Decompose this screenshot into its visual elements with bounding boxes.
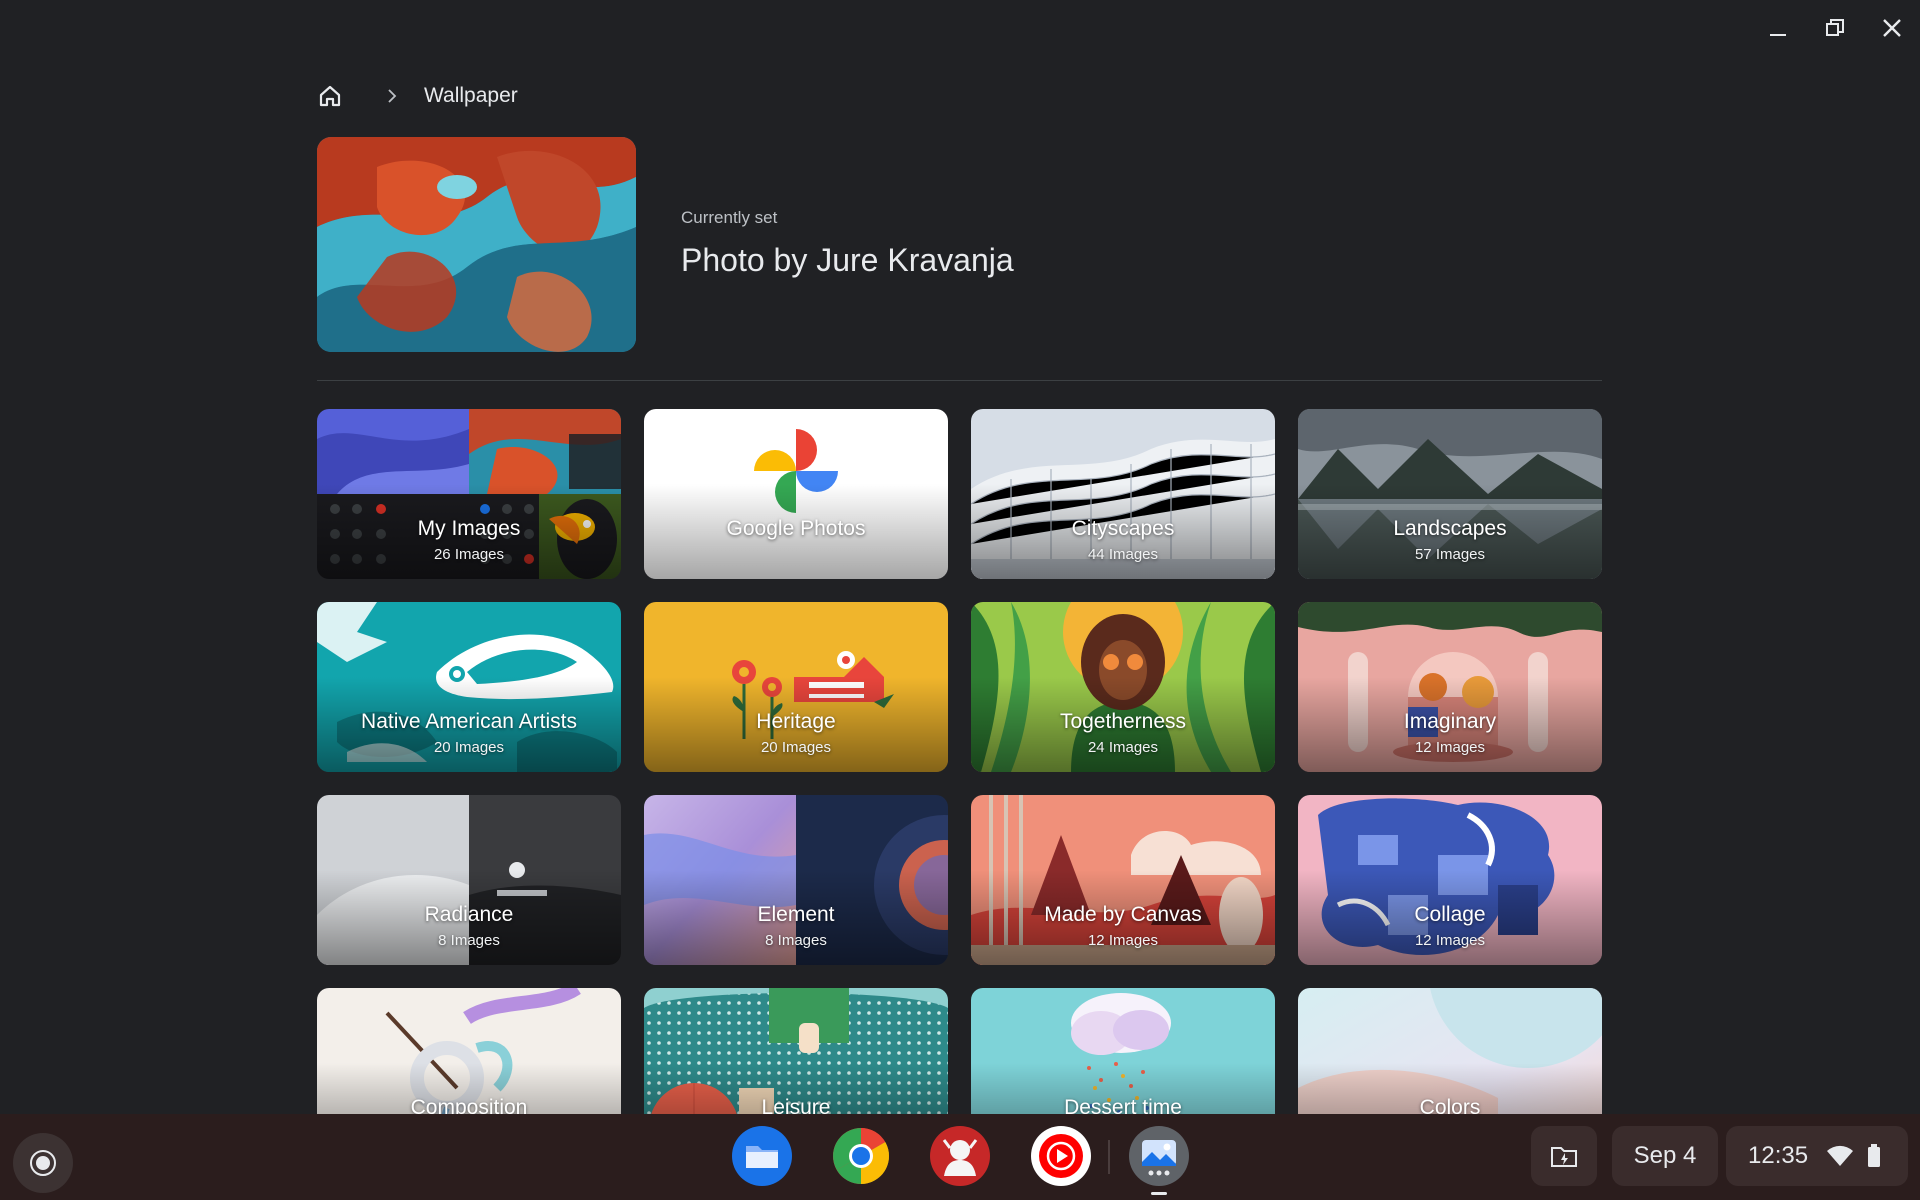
current-wallpaper-title: Photo by Jure Kravanja: [681, 242, 1014, 278]
collection-count: 57 Images: [1414, 546, 1486, 563]
collection-name: Cityscapes: [1071, 517, 1175, 540]
collection-count: 8 Images: [438, 932, 500, 949]
collection-count: 26 Images: [433, 546, 505, 563]
collection-count: 20 Images: [760, 739, 832, 756]
collection-collage[interactable]: Collage 12 Images: [1298, 795, 1602, 965]
collection-count: 20 Images: [433, 739, 505, 756]
collection-name: Made by Canvas: [1044, 903, 1202, 926]
wifi-icon: [1827, 1145, 1854, 1166]
launcher-icon: [30, 1150, 56, 1176]
game-app[interactable]: [930, 1126, 990, 1186]
collection-name: My Images: [417, 517, 521, 540]
collection-togetherness[interactable]: Togetherness 24 Images: [971, 602, 1275, 772]
collection-count: 24 Images: [1087, 739, 1159, 756]
collection-made-by-canvas[interactable]: Made by Canvas 12 Images: [971, 795, 1275, 965]
collection-colors[interactable]: Colors: [1298, 988, 1602, 1114]
close-icon: [1883, 19, 1901, 37]
collection-name: Imaginary: [1403, 710, 1497, 733]
minimize-button[interactable]: [1758, 14, 1798, 42]
restore-button[interactable]: [1815, 14, 1855, 42]
collection-name: Togetherness: [1059, 710, 1187, 733]
battery-icon: [1868, 1144, 1881, 1167]
chrome-icon: [833, 1128, 889, 1184]
launcher-button[interactable]: [13, 1133, 73, 1193]
active-app-indicator: [1151, 1192, 1167, 1195]
collection-leisure[interactable]: Leisure: [644, 988, 948, 1114]
date-text: Sep 4: [1633, 1142, 1697, 1169]
collection-landscapes[interactable]: Landscapes 57 Images: [1298, 409, 1602, 579]
current-wallpaper-thumbnail[interactable]: [317, 137, 636, 352]
collection-count: 8 Images: [765, 932, 827, 949]
collection-name: Native American Artists: [361, 710, 577, 733]
collection-name: Radiance: [424, 903, 514, 926]
collection-google-photos[interactable]: Google Photos: [644, 409, 948, 579]
shelf-separator: [1108, 1140, 1110, 1174]
youtube-music-icon: [1031, 1126, 1091, 1186]
breadcrumb-current: Wallpaper: [424, 84, 518, 107]
collection-name: Composition: [410, 1096, 528, 1114]
collection-name: Leisure: [761, 1096, 831, 1114]
collection-cityscapes[interactable]: Cityscapes 44 Images: [971, 409, 1275, 579]
collection-name: Element: [757, 903, 835, 926]
collection-heritage[interactable]: Heritage 20 Images: [644, 602, 948, 772]
collection-my-images[interactable]: My Images 26 Images: [317, 409, 621, 579]
chrome-app[interactable]: [831, 1126, 891, 1186]
game-icon: [930, 1126, 990, 1186]
breadcrumb: Wallpaper: [316, 80, 518, 112]
restore-icon: [1826, 19, 1844, 36]
collection-name: Google Photos: [726, 517, 866, 540]
collection-name: Landscapes: [1393, 517, 1507, 540]
home-button[interactable]: [316, 82, 344, 110]
date-tray-button[interactable]: Sep 4: [1612, 1126, 1718, 1186]
collection-dessert-time[interactable]: Dessert time: [971, 988, 1275, 1114]
collection-count: 44 Images: [1087, 546, 1159, 563]
collection-native-american-artists[interactable]: Native American Artists 20 Images: [317, 602, 621, 772]
collection-count: 12 Images: [1414, 932, 1486, 949]
collection-element[interactable]: Element 8 Images: [644, 795, 948, 965]
collection-name: Heritage: [756, 710, 836, 733]
youtube-music-app[interactable]: [1031, 1126, 1091, 1186]
files-app[interactable]: [732, 1126, 792, 1186]
collection-count: 12 Images: [1414, 739, 1486, 756]
currently-set-label: Currently set: [681, 208, 778, 227]
collection-name: Dessert time: [1064, 1096, 1182, 1114]
close-button[interactable]: [1872, 14, 1912, 42]
files-icon: [732, 1126, 792, 1186]
collection-count: 12 Images: [1087, 932, 1159, 949]
collection-name: Collage: [1414, 903, 1486, 926]
status-tray-button[interactable]: 12:35: [1726, 1126, 1908, 1186]
folder-bolt-icon: [1551, 1147, 1577, 1167]
chevron-right-icon: [378, 88, 406, 104]
collection-name: Colors: [1419, 1096, 1481, 1114]
collection-composition[interactable]: Composition: [317, 988, 621, 1114]
collection-imaginary[interactable]: Imaginary 12 Images: [1298, 602, 1602, 772]
wallpaper-window: Wallpaper Currently set Photo by Jure Kr…: [0, 0, 1920, 1114]
home-icon: [319, 85, 341, 107]
wallpaper-app-icon: [1129, 1126, 1189, 1186]
collections-grid: My Images 26 Images Google Photos Citysc…: [317, 409, 1602, 1114]
wallpaper-app[interactable]: [1129, 1126, 1189, 1186]
holding-space-button[interactable]: [1531, 1126, 1597, 1186]
current-wallpaper-info: Currently set Photo by Jure Kravanja: [681, 208, 1014, 279]
collection-radiance[interactable]: Radiance 8 Images: [317, 795, 621, 965]
minimize-icon: [1770, 34, 1786, 36]
divider: [317, 380, 1602, 381]
time-text: 12:35: [1748, 1142, 1809, 1169]
